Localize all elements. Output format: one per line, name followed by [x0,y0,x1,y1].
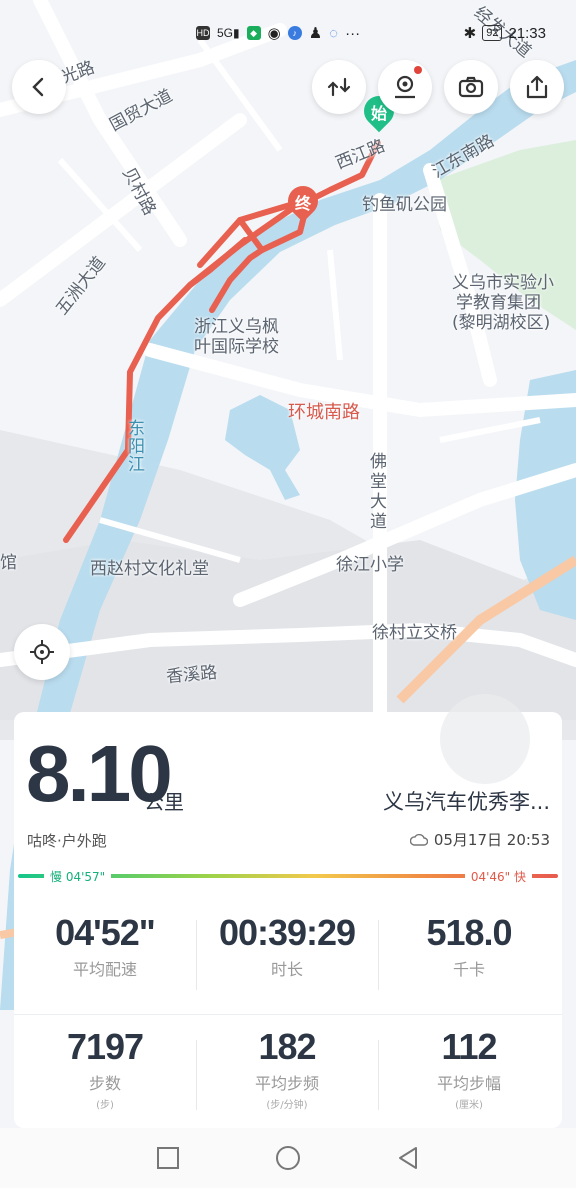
status-bar: HD 5G▮ ◆ ◉ ♪ ♟ ◌ ··· ✱ 92 21:33 [196,22,546,46]
stat-value: 00:39:29 [218,912,356,953]
camera-icon [458,76,484,98]
poi-label: 徐江小学 [336,555,404,575]
stat-label: 时长 [270,960,303,979]
date-text: 05月17日 20:53 [433,831,550,849]
poi-label: 叶国际学校 [194,337,279,357]
stat-value: 518.0 [426,912,512,953]
stat-unit: (步/分钟) [266,1100,308,1111]
poi-label: 徐村立交桥 [372,623,457,643]
status-right: ✱ 92 21:33 [463,24,546,43]
status-icons: HD 5G▮ ◆ ◉ ♪ ♟ ◌ ··· [196,24,360,42]
divider [378,1040,379,1110]
stat-avg-pace: 04'52" 平均配速 [14,912,196,980]
stat-label: 平均步频 [254,1074,319,1093]
notification-dot [414,66,422,74]
map-pin-user-icon [395,75,415,99]
stat-duration: 00:39:29 时长 [196,912,378,980]
stat-value: 04'52" [55,912,156,953]
poi-label: 西赵村文化礼堂 [90,559,209,579]
stat-value: 112 [441,1026,497,1067]
wechat-shield-icon: ◆ [246,26,261,40]
more-icon: ··· [345,24,361,42]
triangle-back-icon[interactable] [396,1146,420,1170]
qq-browser-icon: ◌ [329,24,339,42]
hd-icon: HD [196,26,210,40]
system-navigation-bar [0,1128,576,1188]
back-button[interactable] [12,60,66,114]
location-button[interactable] [378,60,432,114]
bluetooth-icon: ✱ [463,25,477,42]
route-name[interactable]: 义乌汽车优秀李... [383,786,550,816]
stat-stride: 112 平均步幅 (厘米) [378,1026,560,1111]
route-replay-button[interactable] [312,60,366,114]
share-button[interactable] [510,60,564,114]
signal-icon: 5G▮ [217,26,240,40]
workout-summary-card: 8.10 公里 义乌汽车优秀李... 咕咚·户外跑 05月17日 20:53 慢… [14,694,562,1128]
stat-cadence: 182 平均步频 (步/分钟) [196,1026,378,1111]
stat-unit: (步) [96,1100,114,1111]
pace-slow-label: 慢 04'57" [44,868,112,885]
workout-source: 咕咚·户外跑 [27,832,107,850]
stat-value: 182 [258,1026,316,1067]
battery-indicator: 92 [482,25,503,41]
divider [196,1040,197,1110]
workout-date: 05月17日 20:53 [409,829,550,850]
music-icon: ♪ [287,26,302,40]
stat-calories: 518.0 千卡 [378,912,560,980]
stat-label: 平均步幅 [436,1074,501,1093]
river-label: 东阳江 [128,419,145,475]
pace-fast-label: 04'46" 快 [464,868,532,885]
share-icon [526,75,548,99]
stat-unit: (厘米) [455,1100,483,1111]
poi-label: 钓鱼矶公园 [362,195,447,215]
stat-value: 7197 [66,1026,144,1067]
road-label: 环城南路 [288,402,360,423]
poi-label: 馆 [0,553,17,573]
poi-label: (黎明湖校区) [452,313,551,333]
road-label: 佛堂大道 [370,452,387,532]
route-swap-icon [327,77,351,97]
stats-row-primary: 04'52" 平均配速 00:39:29 时长 518.0 千卡 [14,912,562,980]
stat-label: 平均配速 [72,960,137,979]
road-label: 香溪路 [165,662,218,688]
locate-button[interactable] [14,624,70,680]
qq-icon: ♟ [308,25,323,42]
avatar[interactable] [440,694,530,784]
stat-label: 步数 [88,1074,121,1093]
stat-steps: 7197 步数 (步) [14,1026,196,1111]
distance-unit: 公里 [144,790,184,814]
locate-crosshair-icon [30,640,54,664]
stats-row-secondary: 7197 步数 (步) 182 平均步频 (步/分钟) 112 平均步幅 (厘米… [14,1026,562,1111]
cloud-icon [409,833,428,846]
stat-label: 千卡 [452,960,485,979]
end-marker-label: 终 [294,194,311,213]
square-icon[interactable] [156,1146,180,1170]
divider [378,920,379,990]
chevron-left-icon [32,77,44,97]
status-time: 21:33 [508,24,546,42]
circle-icon[interactable] [274,1144,302,1172]
divider [196,920,197,990]
divider [14,1014,562,1015]
camera-button[interactable] [444,60,498,114]
wechat-icon: ◉ [267,25,281,42]
